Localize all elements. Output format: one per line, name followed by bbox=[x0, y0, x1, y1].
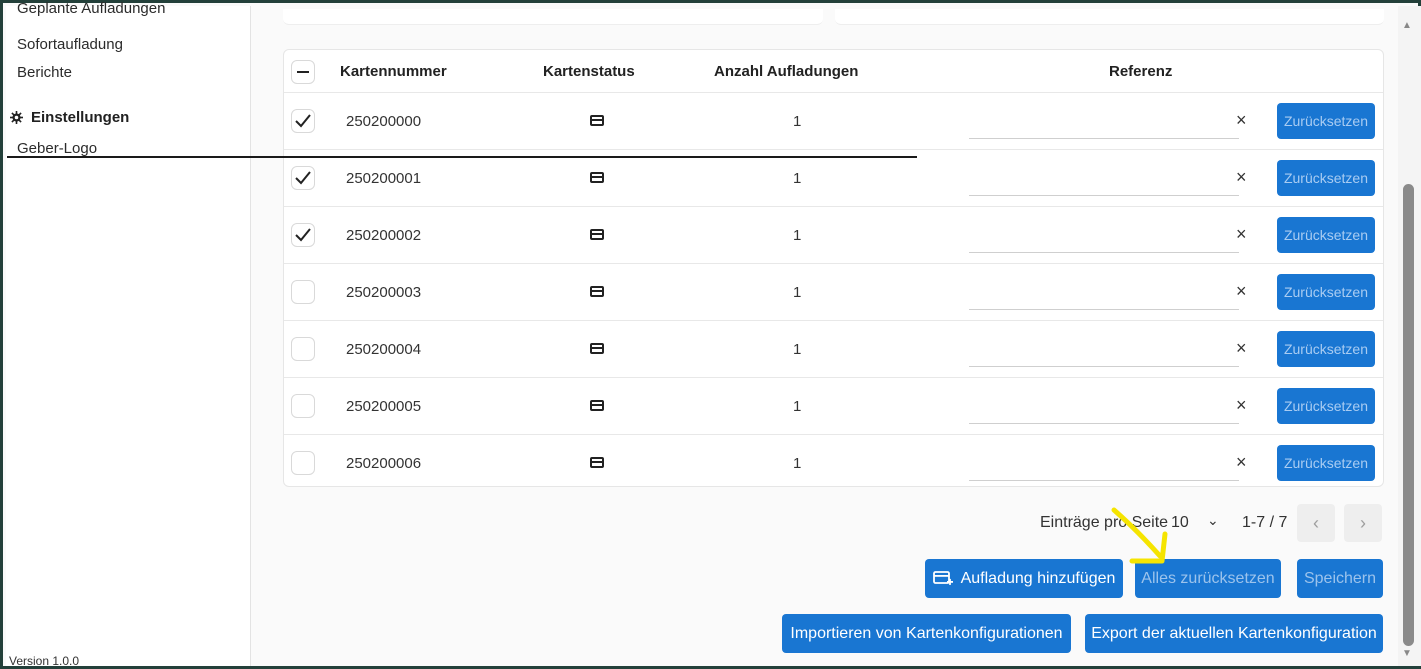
card-number-cell: 250200003 bbox=[346, 284, 422, 301]
app-window: Geplante Aufladungen Sofortaufladung Ber… bbox=[0, 0, 1421, 669]
card-status-icon bbox=[590, 343, 604, 354]
card-status-icon bbox=[590, 115, 604, 126]
sidebar-section-settings[interactable]: Einstellungen bbox=[10, 109, 129, 126]
row-checkbox[interactable] bbox=[291, 223, 315, 247]
reference-input[interactable] bbox=[969, 101, 1239, 139]
topup-count-cell: 1 bbox=[793, 341, 802, 358]
main-content: Kartennummer Kartenstatus Anzahl Aufladu… bbox=[252, 6, 1398, 666]
sidebar-item-reports[interactable]: Berichte bbox=[17, 64, 72, 81]
card-number-cell: 250200005 bbox=[346, 398, 422, 415]
checkmark-icon bbox=[295, 228, 311, 242]
chevron-down-icon[interactable]: ⌄ bbox=[1207, 512, 1219, 529]
topup-count-cell: 1 bbox=[793, 284, 802, 301]
table-header-row: Kartennummer Kartenstatus Anzahl Aufladu… bbox=[284, 50, 1383, 93]
sidebar-section-label: Einstellungen bbox=[31, 109, 130, 126]
indeterminate-icon bbox=[297, 71, 309, 73]
card-status-icon bbox=[590, 400, 604, 411]
scroll-down-icon[interactable]: ▼ bbox=[1402, 648, 1412, 659]
sidebar-item-donor-logo[interactable]: Geber-Logo bbox=[17, 140, 97, 157]
reset-row-button[interactable]: Zurücksetzen bbox=[1277, 388, 1375, 424]
card-plus-icon bbox=[932, 570, 953, 585]
table-row: 250200005 1 × Zurücksetzen bbox=[284, 378, 1383, 435]
scroll-up-icon[interactable]: ▲ bbox=[1402, 20, 1412, 31]
top-card-left bbox=[283, 9, 823, 25]
reset-row-button[interactable]: Zurücksetzen bbox=[1277, 160, 1375, 196]
reset-row-button[interactable]: Zurücksetzen bbox=[1277, 445, 1375, 481]
select-all-checkbox[interactable] bbox=[291, 60, 315, 84]
header-reference[interactable]: Referenz bbox=[1109, 63, 1172, 80]
topup-count-cell: 1 bbox=[793, 455, 802, 472]
header-card-number[interactable]: Kartennummer bbox=[340, 63, 447, 80]
row-checkbox[interactable] bbox=[291, 109, 315, 133]
sidebar-item-instant-topup[interactable]: Sofortaufladung bbox=[17, 36, 123, 53]
card-status-icon bbox=[590, 172, 604, 183]
reference-input[interactable] bbox=[969, 215, 1239, 253]
table-row: 250200001 1 × Zurücksetzen bbox=[284, 150, 1383, 207]
reference-input[interactable] bbox=[969, 386, 1239, 424]
reference-input[interactable] bbox=[969, 158, 1239, 196]
clear-reference-icon[interactable]: × bbox=[1236, 281, 1247, 302]
card-status-icon bbox=[590, 286, 604, 297]
row-checkbox[interactable] bbox=[291, 394, 315, 418]
reset-row-button[interactable]: Zurücksetzen bbox=[1277, 217, 1375, 253]
card-number-cell: 250200000 bbox=[346, 113, 422, 130]
reference-input[interactable] bbox=[969, 443, 1239, 481]
topup-count-cell: 1 bbox=[793, 227, 802, 244]
clear-reference-icon[interactable]: × bbox=[1236, 452, 1247, 473]
header-card-status[interactable]: Kartenstatus bbox=[543, 63, 635, 80]
table-row: 250200006 1 × Zurücksetzen bbox=[284, 435, 1383, 488]
annotation-arrow-icon bbox=[1111, 507, 1168, 564]
row-checkbox[interactable] bbox=[291, 280, 315, 304]
previous-page-button[interactable]: ‹ bbox=[1297, 504, 1335, 542]
table-row: 250200004 1 × Zurücksetzen bbox=[284, 321, 1383, 378]
reference-input[interactable] bbox=[969, 329, 1239, 367]
header-topup-count[interactable]: Anzahl Aufladungen bbox=[714, 63, 858, 80]
chevron-left-icon: ‹ bbox=[1313, 512, 1319, 533]
card-number-cell: 250200002 bbox=[346, 227, 422, 244]
reset-row-button[interactable]: Zurücksetzen bbox=[1277, 274, 1375, 310]
reset-row-button[interactable]: Zurücksetzen bbox=[1277, 103, 1375, 139]
topup-count-cell: 1 bbox=[793, 113, 802, 130]
row-checkbox[interactable] bbox=[291, 337, 315, 361]
card-number-cell: 250200001 bbox=[346, 170, 422, 187]
gear-icon bbox=[10, 111, 23, 124]
row-checkbox[interactable] bbox=[291, 166, 315, 190]
next-page-button[interactable]: › bbox=[1344, 504, 1382, 542]
table-row: 250200000 1 × Zurücksetzen bbox=[284, 93, 1383, 150]
clear-reference-icon[interactable]: × bbox=[1236, 167, 1247, 188]
clear-reference-icon[interactable]: × bbox=[1236, 224, 1247, 245]
clear-reference-icon[interactable]: × bbox=[1236, 110, 1247, 131]
reset-row-button[interactable]: Zurücksetzen bbox=[1277, 331, 1375, 367]
table-row: 250200002 1 × Zurücksetzen bbox=[284, 207, 1383, 264]
chevron-right-icon: › bbox=[1360, 512, 1366, 533]
checkmark-icon bbox=[295, 114, 311, 128]
card-number-cell: 250200004 bbox=[346, 341, 422, 358]
card-number-cell: 250200006 bbox=[346, 455, 422, 472]
vertical-scrollbar[interactable]: ▲ ▼ bbox=[1398, 6, 1421, 666]
add-topup-label: Aufladung hinzufügen bbox=[960, 569, 1116, 587]
annotation-line bbox=[7, 156, 917, 158]
card-status-icon bbox=[590, 229, 604, 240]
sidebar-item-planned-topups[interactable]: Geplante Aufladungen bbox=[17, 0, 165, 17]
export-config-button[interactable]: Export der aktuellen Kartenkonfiguration bbox=[1085, 614, 1383, 653]
clear-reference-icon[interactable]: × bbox=[1236, 395, 1247, 416]
topup-count-cell: 1 bbox=[793, 398, 802, 415]
table-row: 250200003 1 × Zurücksetzen bbox=[284, 264, 1383, 321]
pagination-range: 1-7 / 7 bbox=[1242, 514, 1288, 531]
topup-count-cell: 1 bbox=[793, 170, 802, 187]
add-topup-button[interactable]: Aufladung hinzufügen bbox=[925, 559, 1123, 598]
scrollbar-thumb[interactable] bbox=[1403, 184, 1414, 646]
import-config-button[interactable]: Importieren von Kartenkonfigurationen bbox=[782, 614, 1071, 653]
save-button[interactable]: Speichern bbox=[1297, 559, 1383, 598]
clear-reference-icon[interactable]: × bbox=[1236, 338, 1247, 359]
checkmark-icon bbox=[295, 171, 311, 185]
row-checkbox[interactable] bbox=[291, 451, 315, 475]
cards-table: Kartennummer Kartenstatus Anzahl Aufladu… bbox=[283, 49, 1384, 487]
card-status-icon bbox=[590, 457, 604, 468]
top-card-right bbox=[835, 9, 1384, 25]
reference-input[interactable] bbox=[969, 272, 1239, 310]
sidebar: Geplante Aufladungen Sofortaufladung Ber… bbox=[6, 0, 251, 668]
version-label: Version 1.0.0 bbox=[9, 654, 80, 668]
